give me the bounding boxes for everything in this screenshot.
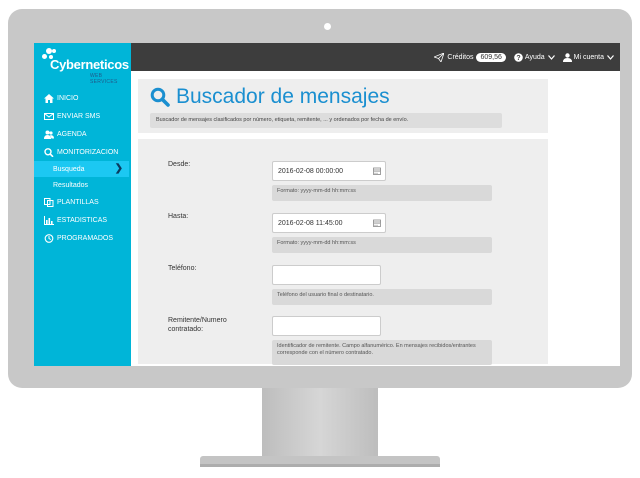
bar-chart-icon: [44, 215, 54, 225]
telefono-input[interactable]: [272, 265, 381, 285]
home-icon: [44, 93, 54, 103]
desde-input[interactable]: 2016-02-08 00:00:00: [272, 161, 386, 181]
sidebar-subitem-resultados[interactable]: Resultados: [34, 177, 131, 193]
credits-badge: 609,56: [476, 52, 506, 62]
camera-dot: [324, 23, 331, 30]
chevron-down-icon: [607, 54, 614, 60]
sidebar-item-label: PROGRAMADOS: [57, 234, 114, 242]
credits-label: Créditos: [447, 53, 474, 61]
main-content: Buscador de mensajes Buscador de mensaje…: [131, 71, 620, 366]
page-description: Buscador de mensajes clasificados por nú…: [150, 113, 502, 128]
sidebar: Cyberneticos WEB SERVICES INICIO ENVIAR …: [34, 43, 131, 366]
sidebar-subitem-label: Resultados: [53, 181, 89, 189]
search-form: Desde: 2016-02-08 00:00:00 Formato: yyyy…: [138, 139, 548, 365]
paper-plane-icon: [434, 52, 445, 62]
top-bar-actions: Créditos 609,56 ? Ayuda Mi cuenta: [426, 43, 614, 71]
desde-label: Desde:: [168, 161, 191, 168]
telefono-label: Teléfono:: [168, 265, 197, 272]
account-label: Mi cuenta: [573, 53, 604, 61]
hasta-input[interactable]: 2016-02-08 11:45:00: [272, 213, 386, 233]
desde-help: Formato: yyyy-mm-dd hh:mm:ss: [272, 185, 492, 201]
calendar-icon[interactable]: [373, 219, 381, 227]
sidebar-item-agenda[interactable]: AGENDA: [34, 125, 131, 143]
page-title-text: Buscador de mensajes: [176, 85, 390, 108]
sidebar-nav: INICIO ENVIAR SMS AGENDA MONITORIZACION …: [34, 89, 131, 247]
top-bar: Créditos 609,56 ? Ayuda Mi cuenta: [131, 43, 620, 71]
chevron-down-icon: [547, 54, 555, 60]
question-circle-icon: ?: [514, 52, 523, 62]
remitente-input[interactable]: [272, 316, 381, 336]
sidebar-item-label: PLANTILLAS: [57, 198, 99, 206]
page-header: Buscador de mensajes Buscador de mensaje…: [138, 79, 548, 133]
account-menu-button[interactable]: Mi cuenta: [562, 52, 614, 62]
sidebar-item-label: MONITORIZACION: [57, 148, 119, 156]
monitor-stand-shadow: [200, 464, 440, 467]
app-screen: Cyberneticos WEB SERVICES INICIO ENVIAR …: [34, 43, 620, 366]
user-icon: [562, 52, 572, 62]
sidebar-item-label: AGENDA: [57, 130, 87, 138]
search-icon: [44, 147, 54, 157]
sidebar-item-estadisticas[interactable]: ESTADISTICAS: [34, 211, 131, 229]
hasta-label: Hasta:: [168, 213, 189, 220]
desde-value: 2016-02-08 00:00:00: [278, 167, 343, 175]
brand-tagline: WEB SERVICES: [90, 73, 118, 85]
brand-name: Cyberneticos: [50, 57, 129, 72]
brand-logo[interactable]: Cyberneticos WEB SERVICES: [38, 48, 130, 85]
help-menu-button[interactable]: ? Ayuda: [514, 52, 555, 62]
clock-icon: [44, 233, 54, 243]
remitente-label: Remitente/Numero contratado:: [168, 317, 227, 333]
page-title: Buscador de mensajes: [150, 85, 390, 109]
hasta-help: Formato: yyyy-mm-dd hh:mm:ss: [272, 237, 492, 253]
envelope-icon: [44, 112, 54, 120]
telefono-help: Teléfono del usuario final o destinatari…: [272, 289, 492, 305]
remitente-help: Identificador de remitente. Campo alfanu…: [272, 340, 492, 365]
sidebar-item-inicio[interactable]: INICIO: [34, 89, 131, 107]
sidebar-item-label: INICIO: [57, 94, 79, 102]
help-label: Ayuda: [524, 53, 545, 61]
chevron-right-icon: ❯: [114, 163, 123, 174]
monitor-stand-base: [200, 456, 440, 464]
sidebar-item-monitorizacion[interactable]: MONITORIZACION: [34, 143, 131, 161]
search-icon: [150, 87, 170, 107]
monitor-frame: Cyberneticos WEB SERVICES INICIO ENVIAR …: [8, 9, 632, 388]
sidebar-item-label: ESTADISTICAS: [57, 216, 108, 224]
calendar-icon[interactable]: [373, 167, 381, 175]
sidebar-item-enviar-sms[interactable]: ENVIAR SMS: [34, 107, 131, 125]
users-icon: [44, 130, 54, 139]
sidebar-item-label: ENVIAR SMS: [57, 112, 101, 120]
hasta-value: 2016-02-08 11:45:00: [278, 219, 343, 227]
sidebar-subitem-busqueda[interactable]: Busqueda ❯: [34, 161, 129, 177]
sidebar-item-plantillas[interactable]: PLANTILLAS: [34, 193, 131, 211]
sidebar-subitem-label: Busqueda: [53, 165, 85, 173]
copy-icon: [44, 197, 54, 207]
sidebar-item-programados[interactable]: PROGRAMADOS: [34, 229, 131, 247]
credits-button[interactable]: Créditos 609,56: [434, 52, 506, 62]
monitor-stand-neck: [262, 388, 378, 456]
svg-text:?: ?: [516, 55, 520, 62]
